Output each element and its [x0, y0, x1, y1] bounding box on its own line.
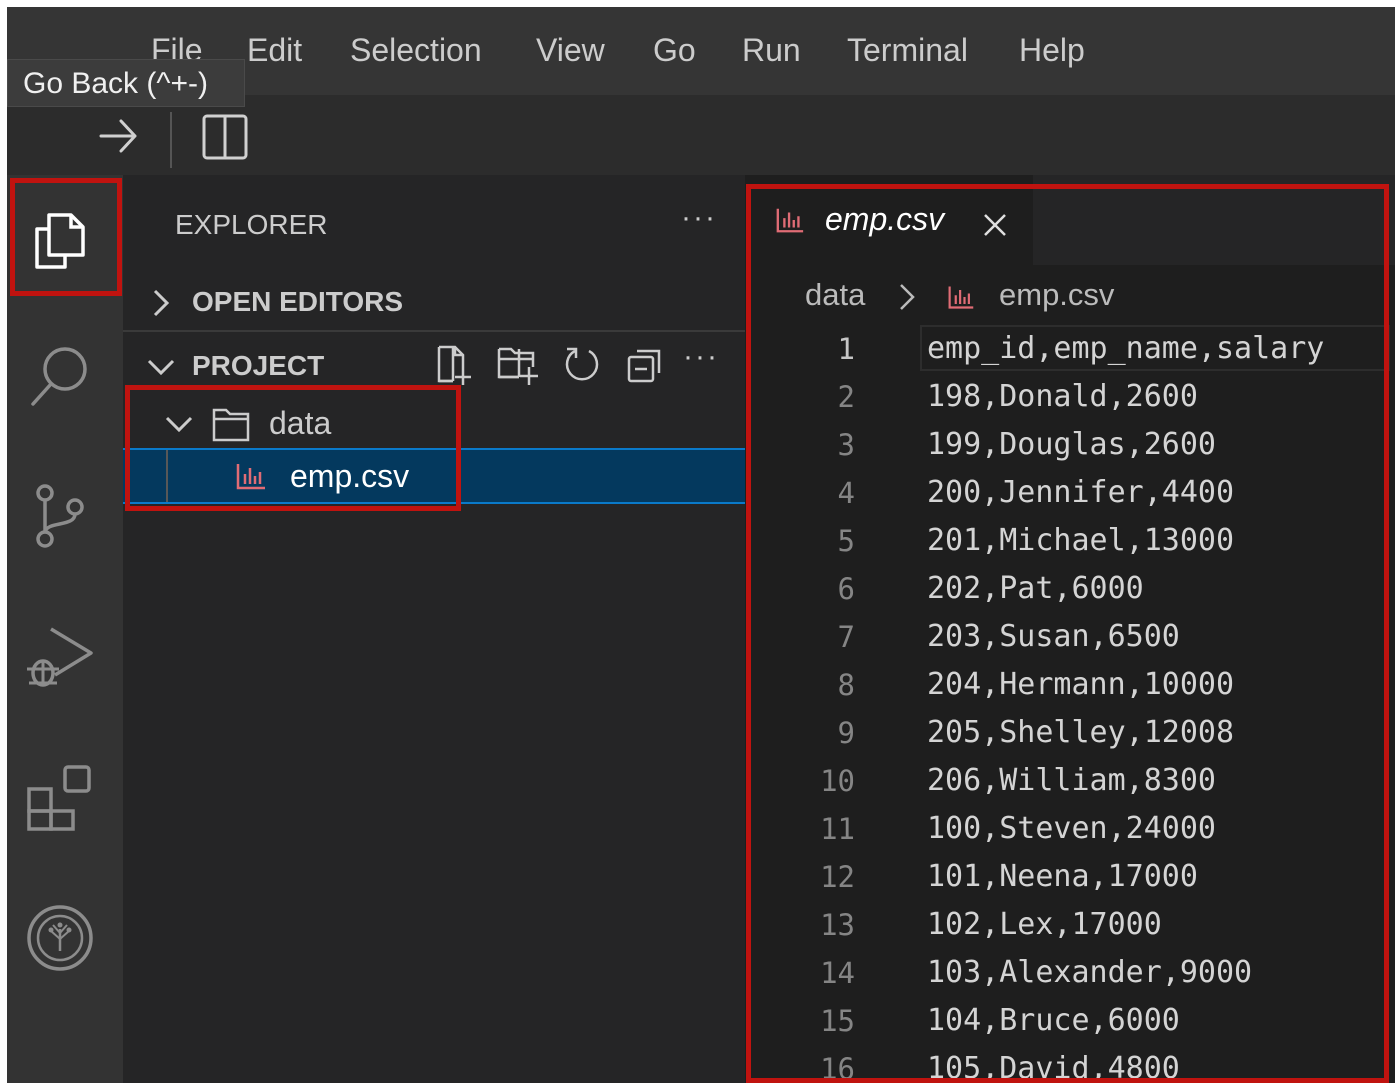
line-number-gutter: 1 2 3 4 5 6 7 8 9 10 11 12 13 14 15 16: [745, 325, 865, 1083]
csv-chart-icon: [948, 286, 974, 309]
line-number: 1: [837, 332, 855, 366]
line-number: 12: [820, 860, 855, 894]
indent-guide: [166, 450, 168, 502]
code-line: 199,Douglas,2600: [927, 427, 1216, 462]
chevron-down-icon: [147, 359, 175, 376]
go-forward-button[interactable]: [91, 107, 147, 170]
code-line: 200,Jennifer,4400: [927, 475, 1235, 510]
chevron-right-icon: [900, 284, 915, 310]
line-number: 4: [837, 476, 855, 510]
breadcrumb: data emp.csv: [745, 265, 1395, 321]
extensions-icon: [27, 765, 91, 831]
refresh-icon: [565, 347, 599, 381]
source-control-icon: [36, 484, 84, 548]
refresh-button[interactable]: [559, 343, 603, 392]
open-editors-header[interactable]: OPEN EDITORS: [147, 281, 707, 325]
open-editors-label: OPEN EDITORS: [192, 286, 404, 317]
code-line: 202,Pat,6000: [927, 571, 1144, 606]
csv-chart-icon: [236, 464, 265, 490]
line-number: 13: [820, 908, 855, 942]
code-line: 100,Steven,24000: [927, 811, 1216, 846]
line-number: 5: [837, 524, 855, 558]
code-line: emp_id,emp_name,salary: [927, 331, 1325, 366]
source-control-activity[interactable]: [25, 481, 95, 556]
menu-selection[interactable]: Selection: [350, 32, 482, 69]
toolbar-separator: [170, 112, 172, 168]
code-line: 201,Michael,13000: [927, 523, 1235, 558]
new-folder-button[interactable]: [495, 343, 541, 392]
run-debug-icon: [27, 627, 93, 687]
line-number: 15: [820, 1004, 855, 1038]
folder-label: data: [269, 405, 332, 441]
file-item-emp-csv[interactable]: emp.csv: [123, 448, 745, 504]
close-icon[interactable]: [981, 211, 1009, 239]
line-number: 7: [837, 620, 855, 654]
menu-go[interactable]: Go: [653, 32, 696, 69]
project-label: PROJECT: [192, 350, 325, 381]
tab-bar: emp.csv: [745, 175, 1395, 265]
tree-logo-icon: [27, 905, 93, 971]
line-number: 16: [820, 1052, 855, 1083]
code-line: 105,David,4800: [927, 1051, 1180, 1083]
code-line: 206,William,8300: [927, 763, 1216, 798]
menu-edit[interactable]: Edit: [247, 32, 302, 69]
line-number: 10: [820, 764, 855, 798]
go-back-tooltip: Go Back (^+-): [7, 59, 245, 107]
line-number: 3: [837, 428, 855, 462]
code-line: 104,Bruce,6000: [927, 1003, 1180, 1038]
csv-chart-icon: [776, 208, 804, 233]
extensions-activity[interactable]: [25, 761, 95, 836]
tab-emp-csv[interactable]: emp.csv: [745, 175, 1033, 265]
new-file-icon: [437, 345, 471, 385]
arrow-right-icon: [99, 119, 137, 153]
tree-extension-activity[interactable]: [25, 903, 95, 978]
menu-view[interactable]: View: [536, 32, 605, 69]
line-number: 14: [820, 956, 855, 990]
search-activity[interactable]: [25, 341, 95, 416]
line-number: 11: [820, 812, 855, 846]
editor-group: emp.csv data emp.csv 1 2 3 4 5 6 7 8 9 1…: [745, 175, 1395, 1083]
chevron-right-icon: [153, 289, 170, 317]
code-line: 103,Alexander,9000: [927, 955, 1253, 990]
explorer-sidebar: EXPLORER ··· OPEN EDITORS PROJECT ··· da…: [123, 175, 745, 1083]
toggle-layout-button[interactable]: [197, 109, 253, 170]
file-label: emp.csv: [290, 458, 410, 494]
breadcrumb-file[interactable]: emp.csv: [999, 277, 1114, 313]
line-number: 6: [837, 572, 855, 606]
line-number: 2: [837, 380, 855, 414]
menu-help[interactable]: Help: [1019, 32, 1085, 69]
menu-run[interactable]: Run: [742, 32, 801, 69]
new-file-button[interactable]: [431, 343, 475, 392]
folder-item-data[interactable]: data: [123, 399, 745, 449]
section-divider: [123, 330, 745, 332]
explorer-title: EXPLORER: [175, 209, 328, 240]
files-icon: [35, 213, 85, 269]
activity-bar: [7, 175, 123, 1083]
search-icon: [31, 347, 87, 406]
project-header[interactable]: PROJECT: [145, 345, 445, 389]
line-number: 9: [837, 716, 855, 750]
new-folder-icon: [497, 347, 538, 385]
split-layout-icon: [202, 114, 248, 160]
collapse-all-icon: [627, 349, 661, 383]
folder-icon: [212, 408, 250, 442]
project-more-button[interactable]: ···: [683, 340, 719, 374]
chevron-down-icon: [165, 416, 193, 433]
run-debug-activity[interactable]: [25, 621, 95, 696]
menu-terminal[interactable]: Terminal: [847, 32, 968, 69]
code-line: 102,Lex,17000: [927, 907, 1162, 942]
code-line: 101,Neena,17000: [927, 859, 1198, 894]
line-number: 8: [837, 668, 855, 702]
explorer-activity[interactable]: [25, 205, 95, 280]
collapse-all-button[interactable]: [623, 343, 667, 392]
breadcrumb-folder[interactable]: data: [805, 277, 865, 313]
code-line: 203,Susan,6500: [927, 619, 1180, 654]
code-line: 198,Donald,2600: [927, 379, 1198, 414]
vscode-window: File Edit Selection View Go Run Terminal…: [7, 7, 1395, 1083]
tab-label: emp.csv: [825, 201, 945, 237]
code-line: 204,Hermann,10000: [927, 667, 1235, 702]
code-area[interactable]: emp_id,emp_name,salary 198,Donald,2600 1…: [927, 325, 1324, 1083]
explorer-more-button[interactable]: ···: [681, 201, 717, 235]
code-line: 205,Shelley,12008: [927, 715, 1235, 750]
